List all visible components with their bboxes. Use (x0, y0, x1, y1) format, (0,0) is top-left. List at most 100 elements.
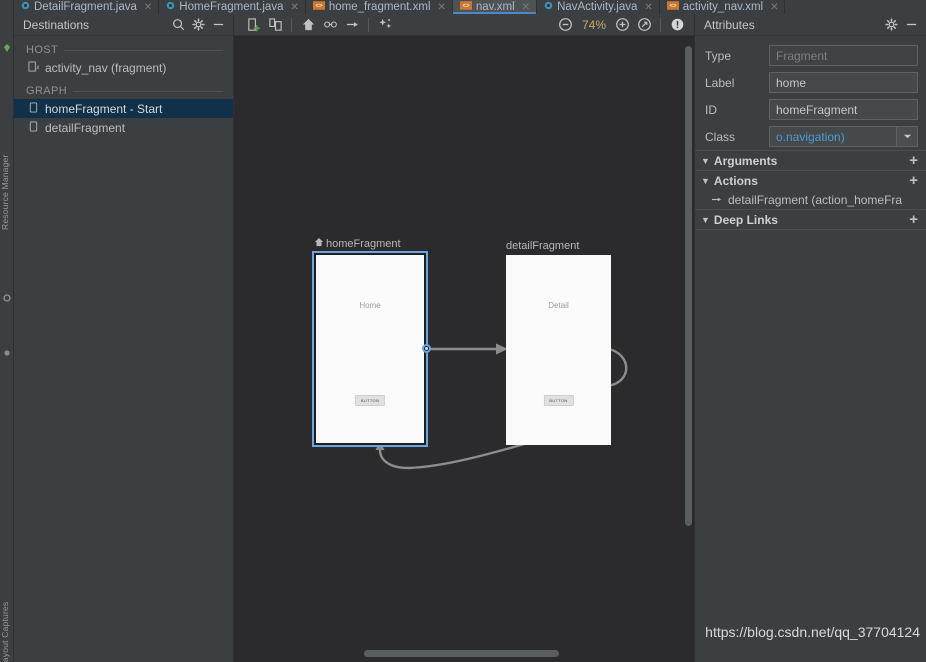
attribute-value-label[interactable]: home (769, 72, 918, 93)
resource-manager-icon[interactable] (2, 40, 12, 52)
new-nested-graph-button[interactable] (264, 15, 286, 35)
attributes-action-row[interactable]: detailFragment (action_homeFra (695, 190, 926, 209)
action-arrow-icon (711, 193, 722, 207)
attributes-panel-title: Attributes (704, 17, 755, 32)
svg-text:<>: <> (669, 4, 677, 10)
issues-button[interactable] (666, 15, 688, 35)
attribute-class-combo[interactable]: o.navigation) (769, 126, 918, 147)
attributes-section-arguments[interactable]: ▼ Arguments + (695, 150, 926, 170)
editor-tab-nav-xml[interactable]: <> nav.xml ✕ (452, 0, 538, 14)
java-class-icon (21, 1, 30, 13)
section-label: HOST (26, 44, 59, 56)
zoom-in-button[interactable] (611, 15, 633, 35)
destination-icon (28, 101, 39, 116)
attributes-section-end-divider (695, 229, 926, 230)
left-tool-layout-captures[interactable]: Layout Captures (0, 601, 13, 662)
preview-button: BUTTON (354, 395, 386, 406)
add-deep-link-button[interactable]: + (909, 212, 918, 227)
close-icon[interactable]: ✕ (290, 2, 298, 13)
attribute-row-id: ID homeFragment (695, 96, 926, 123)
attribute-label-id: ID (705, 102, 717, 117)
editor-tab-label: NavActivity.java (557, 1, 638, 13)
gear-icon[interactable] (188, 15, 208, 35)
start-destination-home-icon (314, 237, 324, 250)
add-argument-button[interactable]: + (909, 153, 918, 168)
destinations-section-graph: GRAPH (14, 83, 233, 99)
left-tool-layout-captures-label: Layout Captures (0, 601, 10, 662)
chevron-down-icon[interactable] (896, 126, 918, 147)
section-label: GRAPH (26, 85, 68, 97)
destination-item-label: activity_nav (fragment) (45, 60, 167, 75)
destinations-panel-title: Destinations (23, 17, 90, 32)
gear-icon[interactable] (881, 15, 901, 35)
graph-node-detailfragment[interactable]: detailFragment Detail BUTTON (506, 240, 611, 445)
editor-tab-detailfragment-java[interactable]: DetailFragment.java ✕ (14, 0, 160, 14)
add-action-button[interactable]: + (909, 173, 918, 188)
minimize-icon[interactable] (208, 15, 228, 35)
zoom-level-label: 74% (581, 17, 606, 32)
set-start-destination-button[interactable] (297, 15, 319, 35)
left-tool-resource-manager-label: Resource Manager (0, 154, 10, 231)
preview-text: Detail (548, 301, 569, 310)
graph-node-homefragment[interactable]: homeFragment Home BUTTON (312, 238, 431, 447)
attributes-section-actions[interactable]: ▼ Actions + (695, 170, 926, 190)
attribute-value-type: Fragment (769, 45, 918, 66)
auto-arrange-button[interactable] (374, 15, 396, 35)
editor-tab-homefragment-java[interactable]: HomeFragment.java ✕ (159, 0, 306, 14)
destination-item-detailfragment[interactable]: detailFragment (14, 118, 233, 137)
android-studio-navigation-editor: Resource Manager Layout Captures DetailF… (0, 0, 926, 662)
section-divider (64, 49, 223, 51)
close-icon[interactable]: ✕ (438, 2, 446, 13)
destinations-section-host: HOST (14, 42, 233, 58)
action-arrow-button[interactable] (341, 15, 363, 35)
attributes-section-deep-links[interactable]: ▼ Deep Links + (695, 209, 926, 229)
chevron-down-icon: ▼ (701, 155, 710, 166)
xml-file-icon: <> (459, 1, 472, 13)
destination-item-label: detailFragment (45, 120, 126, 135)
editor-tab-label: DetailFragment.java (34, 1, 137, 13)
graph-node-preview-homefragment: Home BUTTON (314, 253, 426, 445)
attribute-label-type: Type (705, 48, 732, 63)
search-icon[interactable] (168, 15, 188, 35)
attribute-value-id[interactable]: homeFragment (769, 99, 918, 120)
toolbar-divider (368, 17, 369, 32)
canvas-vertical-scrollbar[interactable] (685, 46, 692, 526)
new-destination-button[interactable] (242, 15, 264, 35)
action-connection-handle[interactable] (422, 344, 431, 353)
close-icon[interactable]: ✕ (144, 2, 152, 13)
attribute-row-label: Label home (695, 69, 926, 96)
zoom-out-button[interactable] (555, 15, 577, 35)
graph-node-preview-detailfragment: Detail BUTTON (506, 255, 611, 445)
profiler-icon[interactable] (2, 345, 12, 356)
canvas-horizontal-scrollbar[interactable] (364, 650, 559, 657)
editor-tab-home-fragment-xml[interactable]: <> home_fragment.xml ✕ (306, 0, 453, 14)
action-connectors-layer (375, 343, 628, 470)
attribute-label-class: Class (705, 129, 736, 144)
action-home-to-detail (430, 343, 508, 355)
destination-item-homefragment[interactable]: homeFragment - Start (14, 99, 233, 118)
svg-text:A: A (36, 65, 39, 71)
graph-node-title: detailFragment (506, 240, 580, 252)
attributes-panel-header: Attributes (695, 14, 926, 36)
editor-tab-activity-nav-xml[interactable]: <> activity_nav.xml ✕ (660, 0, 786, 14)
minimize-icon[interactable] (901, 15, 921, 35)
close-icon[interactable]: ✕ (522, 2, 530, 13)
destination-icon (28, 120, 39, 135)
editor-tab-label: HomeFragment.java (179, 1, 284, 13)
zoom-to-fit-button[interactable] (633, 15, 655, 35)
editor-tab-label: nav.xml (475, 1, 515, 13)
section-title: Arguments (713, 153, 778, 168)
java-class-icon (166, 1, 175, 13)
editor-tab-navactivity-java[interactable]: NavActivity.java ✕ (537, 0, 660, 14)
left-tool-resource-manager[interactable]: Resource Manager (0, 155, 13, 231)
navigation-graph-canvas[interactable]: homeFragment Home BUTTON detailFragment … (234, 36, 694, 662)
layout-captures-icon[interactable] (2, 290, 12, 302)
add-action-button[interactable] (319, 15, 341, 35)
attribute-value-class[interactable]: o.navigation) (769, 126, 896, 147)
graph-node-title: homeFragment (326, 237, 401, 250)
layout-host-icon: A (28, 60, 40, 75)
close-icon[interactable]: ✕ (770, 2, 778, 13)
destination-item-activity-nav[interactable]: A activity_nav (fragment) (14, 58, 233, 77)
close-icon[interactable]: ✕ (644, 2, 652, 13)
section-divider (73, 90, 223, 92)
